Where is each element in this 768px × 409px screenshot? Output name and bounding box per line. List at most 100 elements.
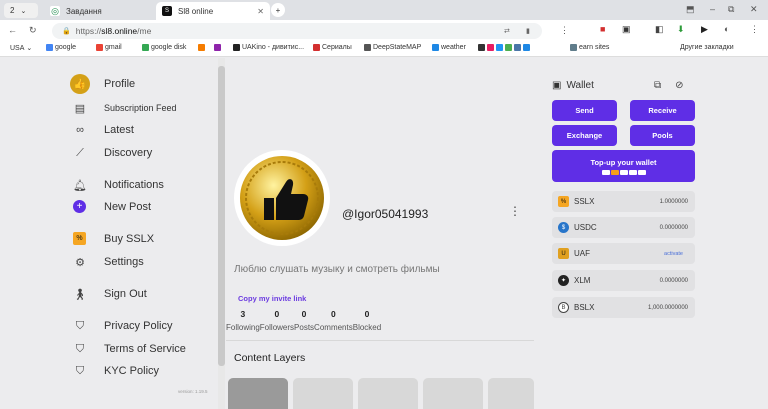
extension-gray-icon[interactable]: ▣ [622, 24, 631, 35]
url-input[interactable]: 🔒 https://sl8.online/me ⇄ ▮ [52, 23, 542, 39]
sidebar-item-privacy-policy[interactable]: ⛉ Privacy Policy [60, 319, 173, 333]
content-layer-card[interactable] [358, 378, 418, 409]
sslx-icon: % [73, 232, 86, 245]
content-layers-title: Content Layers [234, 352, 306, 364]
reload-icon[interactable]: ↻ [29, 25, 37, 36]
minimize-icon[interactable]: – [710, 4, 715, 14]
bookmark-deepstatemap[interactable]: DeepStateMAP [364, 44, 421, 51]
address-bar: ← ↻ 🔒 https://sl8.online/me ⇄ ▮ ⋮ ■ ▣ ◧ … [0, 20, 768, 42]
asset-row-bslx[interactable]: B BSLX 1,000.0000000 [552, 297, 695, 318]
back-icon[interactable]: ← [8, 25, 17, 35]
sidebar-item-profile[interactable]: 👍 Profile [60, 74, 135, 94]
gmail-icon [96, 44, 103, 51]
avatar[interactable] [234, 150, 330, 246]
extension-black-icon[interactable]: ▶ [701, 24, 708, 35]
bookmark-usa[interactable]: USA ⌄ [10, 44, 33, 53]
stat-value: 0 [331, 309, 336, 319]
asset-row-sslx[interactable]: % SSLX 1.0000000 [552, 191, 695, 212]
wallet-header-actions: ⧉ ⊘ [654, 80, 684, 91]
maximize-icon[interactable]: ⧉ [728, 4, 734, 15]
asset-symbol: BSLX [574, 303, 595, 312]
copy-icon[interactable]: ⧉ [654, 80, 661, 91]
wallet-title: Wallet [566, 80, 594, 91]
content-layer-card[interactable] [423, 378, 483, 409]
stat-blocked[interactable]: 0 Blocked [353, 309, 381, 332]
asset-symbol: XLM [574, 276, 591, 285]
asset-balance: 1,000.0000000 [647, 304, 688, 311]
asset-row-usdc[interactable]: $ USDC 0.0000000 [552, 217, 695, 238]
plus-circle-icon: + [73, 200, 86, 213]
sidebar-item-latest[interactable]: ∞ Latest [60, 123, 134, 137]
bookmark-label: google disk [151, 44, 187, 51]
extensions-menu-icon[interactable]: ⋮ [560, 25, 569, 36]
bookmark-earn-sites[interactable]: earn sites [570, 44, 609, 51]
lock-icon: 🔒 [62, 28, 71, 35]
eye-off-icon[interactable]: ⊘ [675, 80, 683, 91]
sidebar-item-label: Notifications [104, 179, 164, 191]
asset-row-xlm[interactable]: ✦ XLM 0.0000000 [552, 270, 695, 291]
content-layer-card[interactable] [488, 378, 534, 409]
bookmark-icons-group[interactable] [478, 44, 530, 51]
bookmark-google-disk[interactable]: google disk [142, 44, 186, 51]
topup-label: Top-up your wallet [590, 157, 657, 167]
sidebar-item-kyc-policy[interactable]: ⛉ KYC Policy [60, 364, 159, 378]
send-button[interactable]: Send [552, 100, 617, 121]
bookmark-uakino[interactable]: UAKino - дивитис... [233, 44, 304, 51]
bookmark-gmail[interactable]: gmail [96, 44, 122, 51]
receive-button[interactable]: Receive [630, 100, 695, 121]
extension-red-icon[interactable]: ■ [600, 24, 605, 34]
bookmark-weather[interactable]: weather [432, 44, 466, 51]
stat-posts[interactable]: 0 Posts [294, 309, 314, 332]
stat-following[interactable]: 3 Following [226, 309, 260, 332]
sidebar-item-sign-out[interactable]: 🚶︎ Sign Out [60, 287, 147, 301]
pools-button[interactable]: Pools [630, 125, 695, 146]
profile-username: @Igor05041993 [342, 207, 429, 221]
close-window-icon[interactable]: ✕ [750, 4, 758, 15]
sidebar-item-terms-of-service[interactable]: ⛉ Terms of Service [60, 342, 186, 356]
browser-menu-icon[interactable]: ⋮ [750, 24, 759, 35]
bookmark-google[interactable]: google [46, 44, 76, 51]
sidebar-item-new-post[interactable]: + New Post [60, 200, 151, 213]
translate-icon[interactable]: ⇄ [504, 27, 510, 35]
extension-dark-icon[interactable]: ◧ [655, 24, 664, 35]
new-tab-button[interactable]: + [271, 3, 285, 17]
sidebar-item-notifications[interactable]: 🔔︎ Notifications [60, 178, 164, 192]
bookmark-icon[interactable]: ▮ [526, 27, 530, 35]
telescope-icon: ⟋ [76, 146, 84, 159]
close-tab-icon[interactable]: ✕ [257, 7, 264, 16]
profile-bio: Люблю слушать музыку и смотреть фильмы [234, 264, 440, 275]
stat-value: 0 [301, 309, 307, 319]
stat-followers[interactable]: 0 Followers [260, 309, 294, 332]
activate-link[interactable]: activate [664, 251, 683, 257]
exchange-button[interactable]: Exchange [552, 125, 617, 146]
bookmark-orange[interactable] [198, 44, 205, 51]
thumbs-up-avatar-icon: 👍 [70, 74, 90, 94]
bookmark-serialy[interactable]: Сериалы [313, 44, 352, 51]
content-layer-card[interactable] [293, 378, 353, 409]
stat-label: Posts [294, 323, 315, 332]
stat-comments[interactable]: 0 Comments [314, 309, 353, 332]
stat-label: Blocked [352, 323, 382, 332]
topup-wallet-button[interactable]: Top-up your wallet [552, 150, 695, 182]
tab-counter[interactable]: 2 ⌄ [4, 3, 38, 18]
profile-icon[interactable]: ◐ [724, 24, 729, 34]
pin-icon[interactable]: ⬒ [686, 4, 695, 15]
tab-sl8-online[interactable]: S Sl8 online ✕ [156, 2, 270, 20]
chevron-down-icon: ⌄ [26, 45, 33, 52]
shield-check-icon: ⛉ [75, 319, 85, 332]
sidebar-scrollbar-thumb[interactable] [218, 66, 225, 366]
sidebar-item-buy-sslx[interactable]: % Buy SSLX [60, 232, 154, 245]
wallet-header: ▣ Wallet [552, 80, 594, 91]
bookmark-purple[interactable] [214, 44, 221, 51]
bookmark-other[interactable]: Другие закладки [680, 44, 734, 51]
tab-zavdannya[interactable]: ◎ Завдання [44, 2, 154, 20]
content-layer-card[interactable] [228, 378, 288, 409]
copy-invite-link[interactable]: Copy my invite link [238, 294, 306, 303]
sidebar-item-discovery[interactable]: ⟋ Discovery [60, 146, 152, 160]
sidebar-item-settings[interactable]: ⚙ Settings [60, 255, 144, 269]
more-options-icon[interactable]: ⋮ [509, 204, 521, 218]
asset-row-uaf[interactable]: U UAF activate [552, 243, 695, 264]
profile-stats: 3 Following 0 Followers 0 Posts 0 Comments 0… [226, 309, 381, 332]
download-icon[interactable]: ⬇ [677, 24, 685, 35]
sidebar-item-subscription-feed[interactable]: ▤ Subscription Feed [60, 101, 177, 115]
